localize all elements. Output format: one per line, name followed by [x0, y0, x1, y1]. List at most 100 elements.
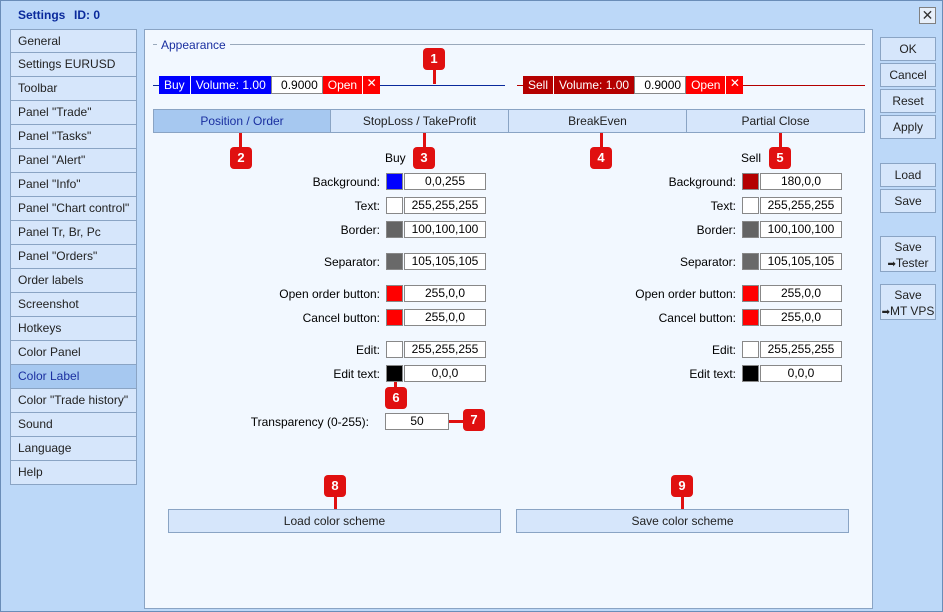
sell-edit-text-field[interactable]: 0,0,0: [760, 365, 842, 382]
reset-button[interactable]: Reset: [880, 89, 936, 113]
sell-background-swatch[interactable]: [742, 173, 759, 190]
save-tester-bottom: ➡Tester: [881, 255, 935, 273]
callout-3-line: [423, 133, 426, 147]
sell-separator-swatch[interactable]: [742, 253, 759, 270]
close-window-button[interactable]: ✕: [919, 7, 936, 24]
sidebar-item-panel-tr-br-pc[interactable]: Panel Tr, Br, Pc: [10, 221, 137, 245]
buy-separator-swatch[interactable]: [386, 253, 403, 270]
ok-button[interactable]: OK: [880, 37, 936, 61]
title-bar: Settings ID: 0 ✕: [1, 1, 942, 29]
buy-background-label: Background:: [312, 175, 380, 189]
callout-6-marker: 6: [385, 387, 407, 409]
tab-breakeven[interactable]: BreakEven: [509, 109, 687, 133]
buy-border-label: Border:: [340, 223, 380, 237]
sell-side-text: Sell: [523, 76, 555, 94]
sidebar-item-hotkeys[interactable]: Hotkeys: [10, 317, 137, 341]
callout-7-marker: 7: [463, 409, 485, 431]
sell-cancel-button-field[interactable]: 255,0,0: [760, 309, 842, 326]
save-vps-bottom-label: MT VPS: [889, 304, 935, 318]
sidebar-item-panel-orders[interactable]: Panel "Orders": [10, 245, 137, 269]
tab-bar: Position / Order StopLoss / TakeProfit B…: [153, 109, 865, 133]
sell-separator-field[interactable]: 105,105,105: [760, 253, 842, 270]
sell-border-field[interactable]: 100,100,100: [760, 221, 842, 238]
save-color-scheme-button[interactable]: Save color scheme: [516, 509, 849, 533]
sell-edit-text-label: Edit text:: [689, 367, 736, 381]
arrow-right-icon: ➡: [881, 307, 890, 318]
callout-5-marker: 5: [769, 147, 791, 169]
sell-volume-text: Volume: 1.00: [554, 76, 635, 94]
sidebar-item-general[interactable]: General: [10, 29, 137, 53]
buy-background-swatch[interactable]: [386, 173, 403, 190]
buy-separator-field[interactable]: 105,105,105: [404, 253, 486, 270]
sidebar-item-settings-symbol[interactable]: Settings EURUSD: [10, 53, 137, 77]
sell-cancel-button-label: Cancel button:: [658, 311, 736, 325]
sell-price-edit[interactable]: 0.9000: [634, 76, 687, 94]
sidebar-item-panel-info[interactable]: Panel "Info": [10, 173, 137, 197]
buy-text-label: Text:: [354, 199, 380, 213]
buy-edit-text-field[interactable]: 0,0,0: [404, 365, 486, 382]
apply-button[interactable]: Apply: [880, 115, 936, 139]
sell-edit-text-swatch[interactable]: [742, 365, 759, 382]
sidebar-item-panel-tasks[interactable]: Panel "Tasks": [10, 125, 137, 149]
sell-open-button[interactable]: Open: [686, 76, 726, 94]
buy-edit-field[interactable]: 255,255,255: [404, 341, 486, 358]
tab-partial-close[interactable]: Partial Close: [687, 109, 865, 133]
save-to-vps-button[interactable]: Save ➡MT VPS: [880, 284, 936, 320]
buy-text-field[interactable]: 255,255,255: [404, 197, 486, 214]
sell-text-swatch[interactable]: [742, 197, 759, 214]
sidebar-item-screenshot[interactable]: Screenshot: [10, 293, 137, 317]
buy-text-swatch[interactable]: [386, 197, 403, 214]
save-vps-bottom: ➡MT VPS: [881, 303, 935, 321]
tab-stoploss-takeprofit[interactable]: StopLoss / TakeProfit: [331, 109, 509, 133]
buy-edit-text-swatch[interactable]: [386, 365, 403, 382]
buy-border-swatch[interactable]: [386, 221, 403, 238]
load-button[interactable]: Load: [880, 163, 936, 187]
sidebar-item-panel-trade[interactable]: Panel "Trade": [10, 101, 137, 125]
sell-cancel-button[interactable]: ✕: [725, 76, 744, 94]
sidebar-item-order-labels[interactable]: Order labels: [10, 269, 137, 293]
sidebar-item-help[interactable]: Help: [10, 461, 137, 485]
sell-background-field[interactable]: 180,0,0: [760, 173, 842, 190]
sell-open-button-field[interactable]: 255,0,0: [760, 285, 842, 302]
arrow-right-icon: ➡: [887, 259, 896, 270]
buy-cancel-button-label: Cancel button:: [302, 311, 380, 325]
save-button[interactable]: Save: [880, 189, 936, 213]
buy-border-field[interactable]: 100,100,100: [404, 221, 486, 238]
callout-7-line: [449, 420, 463, 423]
tab-position-order[interactable]: Position / Order: [153, 109, 331, 133]
buy-cancel-button-field[interactable]: 255,0,0: [404, 309, 486, 326]
buy-open-button[interactable]: Open: [322, 76, 363, 94]
transparency-field[interactable]: 50: [385, 413, 449, 430]
buy-cancel-button-swatch[interactable]: [386, 309, 403, 326]
sidebar-item-panel-chart-control[interactable]: Panel "Chart control": [10, 197, 137, 221]
sell-edit-swatch[interactable]: [742, 341, 759, 358]
sidebar-item-toolbar[interactable]: Toolbar: [10, 77, 137, 101]
sidebar-item-color-trade-history[interactable]: Color "Trade history": [10, 389, 137, 413]
sell-border-swatch[interactable]: [742, 221, 759, 238]
buy-background-field[interactable]: 0,0,255: [404, 173, 486, 190]
save-to-tester-button[interactable]: Save ➡Tester: [880, 236, 936, 272]
callout-9-line: [681, 495, 684, 509]
sidebar-item-language[interactable]: Language: [10, 437, 137, 461]
sell-open-button-swatch[interactable]: [742, 285, 759, 302]
callout-8-marker: 8: [324, 475, 346, 497]
sell-preview-label: Sell Volume: 1.00 0.9000 Open ✕: [523, 76, 744, 94]
settings-window: Settings ID: 0 ✕ General Settings EURUSD…: [0, 0, 943, 612]
buy-open-button-swatch[interactable]: [386, 285, 403, 302]
appearance-label: Appearance: [161, 38, 226, 52]
buy-price-edit[interactable]: 0.9000: [270, 76, 323, 94]
buy-open-button-field[interactable]: 255,0,0: [404, 285, 486, 302]
appearance-heading: Appearance: [157, 38, 230, 52]
callout-8-line: [334, 495, 337, 509]
sell-edit-field[interactable]: 255,255,255: [760, 341, 842, 358]
sell-cancel-button-swatch[interactable]: [742, 309, 759, 326]
sidebar-item-sound[interactable]: Sound: [10, 413, 137, 437]
sidebar-item-color-panel[interactable]: Color Panel: [10, 341, 137, 365]
sidebar-item-color-label[interactable]: Color Label: [10, 365, 137, 389]
sell-text-field[interactable]: 255,255,255: [760, 197, 842, 214]
buy-edit-swatch[interactable]: [386, 341, 403, 358]
cancel-button[interactable]: Cancel: [880, 63, 936, 87]
sidebar-item-panel-alert[interactable]: Panel "Alert": [10, 149, 137, 173]
load-color-scheme-button[interactable]: Load color scheme: [168, 509, 501, 533]
buy-cancel-button[interactable]: ✕: [362, 76, 381, 94]
